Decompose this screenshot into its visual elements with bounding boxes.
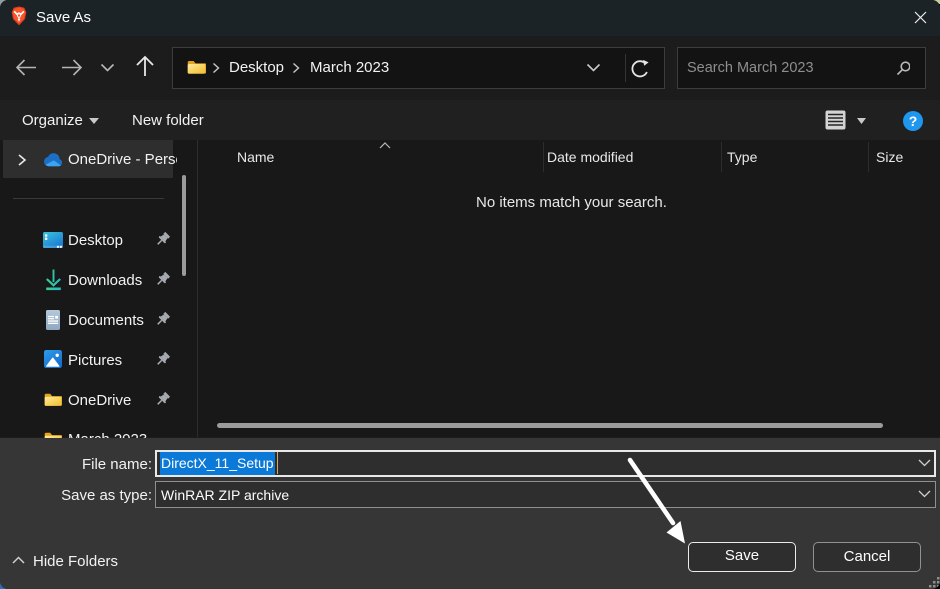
svg-text:?: ? — [909, 113, 918, 129]
